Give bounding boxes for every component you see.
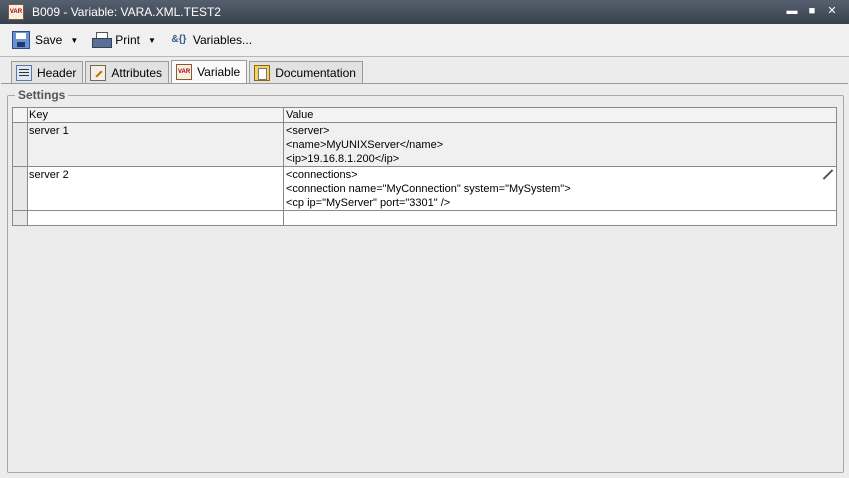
table-row[interactable]: server 2 <connections> <connection name=…	[13, 167, 836, 211]
print-button[interactable]: Print ▼	[88, 28, 164, 52]
tab-header[interactable]: Header	[11, 61, 84, 83]
column-header-key[interactable]: Key	[28, 108, 284, 122]
value-cell[interactable]: <connections> <connection name="MyConnec…	[284, 167, 836, 210]
value-line: <ip>19.16.8.1.200</ip>	[286, 153, 400, 165]
tab-strip: Header Attributes VAR Variable Documenta…	[11, 60, 365, 83]
maximize-button[interactable]: ■	[805, 4, 819, 18]
tab-documentation-label: Documentation	[275, 65, 356, 80]
attributes-icon	[90, 64, 107, 81]
minimize-button[interactable]: ▬	[785, 4, 799, 18]
variables-button[interactable]: &{} Variables...	[166, 28, 256, 52]
variables-label: Variables...	[192, 33, 253, 47]
variable-panel: Settings Key Value server 1 <server> <na…	[1, 83, 848, 478]
value-line: <connections>	[286, 169, 358, 181]
value-line: <server>	[286, 125, 330, 137]
close-button[interactable]: ✕	[825, 4, 839, 18]
documentation-icon	[254, 64, 271, 81]
edit-pencil-icon[interactable]	[822, 168, 834, 180]
save-icon	[12, 31, 30, 49]
tab-header-label: Header	[37, 65, 77, 80]
column-header-value[interactable]: Value	[284, 108, 836, 122]
variable-icon: VAR	[176, 64, 193, 80]
settings-table: Key Value server 1 <server> <name>MyUNIX…	[12, 107, 837, 226]
key-cell[interactable]: server 2	[28, 167, 284, 210]
save-label: Save	[35, 33, 63, 47]
value-line: <cp ip="MyServer" port="3301" />	[286, 197, 451, 209]
value-line: <connection name="MyConnection" system="…	[286, 183, 571, 195]
tab-variable[interactable]: VAR Variable	[171, 60, 248, 83]
variables-icon: &{}	[171, 34, 187, 45]
row-selector[interactable]	[13, 123, 28, 166]
row-header-corner[interactable]	[13, 108, 28, 122]
save-dropdown-arrow-icon[interactable]: ▼	[70, 36, 78, 45]
settings-group-title: Settings	[15, 88, 69, 102]
print-dropdown-arrow-icon[interactable]: ▼	[148, 36, 156, 45]
header-icon	[16, 64, 32, 81]
row-selector[interactable]	[13, 211, 28, 225]
title-bar: VAR B009 - Variable: VARA.XML.TEST2 ▬ ■ …	[0, 0, 849, 24]
toolbar: Save ▼ Print ▼ &{} Variables...	[0, 24, 849, 57]
tab-variable-label: Variable	[197, 65, 241, 79]
save-button[interactable]: Save ▼	[8, 28, 86, 52]
value-cell[interactable]	[284, 211, 836, 225]
print-icon	[92, 31, 113, 49]
print-label: Print	[115, 33, 140, 47]
tab-documentation[interactable]: Documentation	[249, 61, 363, 83]
table-row[interactable]: server 1 <server> <name>MyUNIXServer</na…	[13, 123, 836, 167]
key-cell[interactable]: server 1	[28, 123, 284, 166]
variable-app-icon: VAR	[8, 4, 24, 20]
table-header: Key Value	[13, 108, 836, 123]
tab-attributes-label: Attributes	[111, 65, 163, 80]
value-cell[interactable]: <server> <name>MyUNIXServer</name> <ip>1…	[284, 123, 836, 166]
key-cell[interactable]	[28, 211, 284, 225]
row-selector[interactable]	[13, 167, 28, 210]
window-controls: ▬ ■ ✕	[785, 4, 839, 18]
table-row-new[interactable]	[13, 211, 836, 225]
tab-attributes[interactable]: Attributes	[85, 61, 170, 83]
window-title: B009 - Variable: VARA.XML.TEST2	[32, 5, 221, 19]
value-line: <name>MyUNIXServer</name>	[286, 139, 444, 151]
